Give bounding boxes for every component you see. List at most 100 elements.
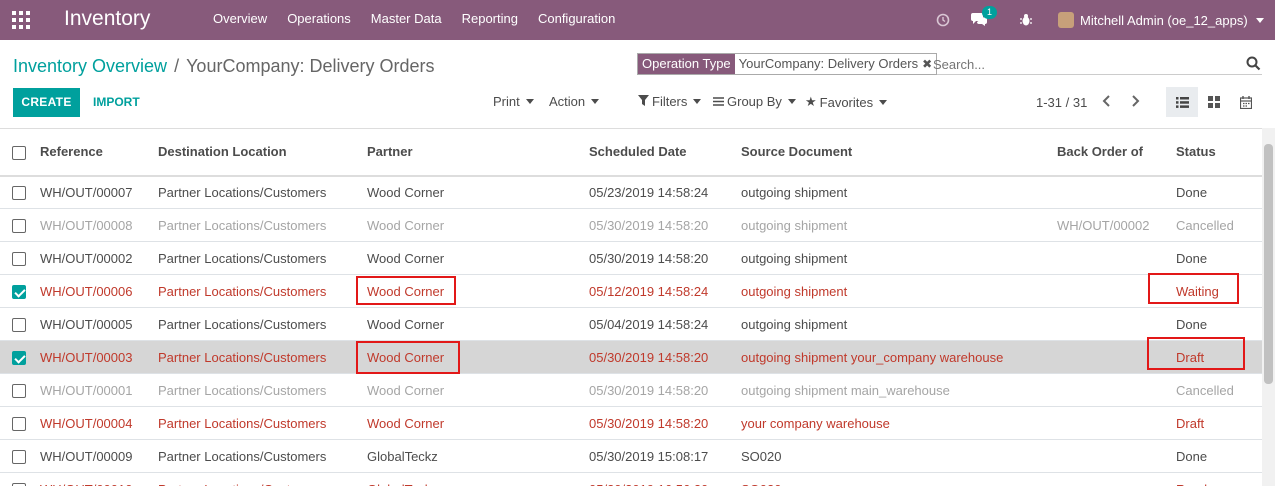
menu-item-overview[interactable]: Overview (203, 0, 277, 40)
pager-previous-icon[interactable] (1102, 94, 1116, 110)
row-checkbox-cell[interactable] (0, 242, 40, 275)
bug-icon[interactable] (1019, 0, 1033, 40)
create-button[interactable]: CREATE (13, 88, 80, 117)
select-all-checkbox-cell[interactable] (0, 129, 40, 176)
column-header-partner[interactable]: Partner (367, 129, 589, 176)
caret-down-icon (591, 99, 600, 104)
row-checkbox[interactable] (12, 317, 26, 332)
row-checkbox-cell[interactable] (0, 176, 40, 209)
cell-reference: WH/OUT/00010 (40, 473, 158, 486)
column-header-destination-location[interactable]: Destination Location (158, 129, 367, 176)
row-checkbox[interactable] (12, 416, 26, 431)
cell-partner: Wood Corner (367, 250, 445, 266)
column-header-reference[interactable]: Reference (40, 129, 158, 176)
chat-icon[interactable]: 1 (970, 0, 998, 40)
row-checkbox-cell[interactable] (0, 308, 40, 341)
row-checkbox[interactable] (12, 350, 26, 365)
column-header-scheduled-date[interactable]: Scheduled Date (589, 129, 741, 176)
cell-source-document: SO020 (741, 448, 782, 464)
table-row[interactable]: WH/OUT/00006 Partner Locations/Customers W… (0, 275, 1262, 308)
table-row[interactable]: WH/OUT/00001 Partner Locations/Customers W… (0, 374, 1262, 407)
cell-source-document: outgoing shipment main_warehouse (741, 382, 950, 398)
pager-value[interactable]: 1-31 / 31 (1036, 95, 1087, 110)
table-row[interactable]: WH/OUT/00003 Partner Locations/Customers W… (0, 340, 1262, 374)
column-header-status[interactable]: Status (1176, 129, 1262, 176)
cell-reference: WH/OUT/00009 (40, 448, 133, 464)
row-checkbox[interactable] (12, 449, 26, 464)
cell-scheduled-date: 05/30/2019 14:58:20 (589, 382, 709, 398)
row-checkbox[interactable] (12, 383, 26, 398)
delivery-orders-list: Reference Destination Location Partner S… (0, 128, 1262, 486)
vertical-scrollbar[interactable] (1262, 128, 1275, 486)
action-dropdown[interactable]: Action (549, 94, 600, 109)
cell-source-document: outgoing shipment (741, 283, 848, 299)
column-header-source-document[interactable]: Source Document (741, 129, 1057, 176)
activity-clock-icon[interactable] (936, 0, 950, 40)
cell-partner: GlobalTeckz (367, 473, 589, 486)
cell-source-document: your company warehouse (741, 415, 890, 431)
favorites-dropdown[interactable]: ★ Favorites (805, 94, 888, 110)
group-by-label: Group By (727, 94, 782, 109)
app-title[interactable]: Inventory (64, 6, 150, 32)
table-row[interactable]: WH/OUT/00004 Partner Locations/Customers W… (0, 407, 1262, 440)
favorites-label: Favorites (819, 94, 874, 110)
user-menu[interactable]: Mitchell Admin (oe_12_apps) (1058, 0, 1264, 40)
row-checkbox-cell[interactable] (0, 473, 40, 486)
table-row[interactable]: WH/OUT/00005 Partner Locations/Customers W… (0, 308, 1262, 341)
kanban-view-icon[interactable] (1198, 87, 1230, 117)
cell-destination-location: Partner Locations/Customers (158, 448, 327, 464)
row-checkbox-cell[interactable] (0, 275, 40, 308)
table-row[interactable]: WH/OUT/00002 Partner Locations/Customers W… (0, 242, 1262, 275)
row-checkbox[interactable] (12, 251, 26, 266)
row-checkbox-cell[interactable] (0, 407, 40, 440)
apps-grid-icon[interactable] (12, 11, 30, 29)
cell-partner: GlobalTeckz (367, 448, 438, 464)
cell-partner: Wood Corner (367, 415, 445, 431)
row-checkbox[interactable] (12, 218, 26, 233)
cell-scheduled-date: 05/30/2019 14:58:20 (589, 250, 709, 266)
menu-item-reporting[interactable]: Reporting (452, 0, 528, 40)
cell-destination-location: Partner Locations/Customers (158, 217, 327, 233)
cell-scheduled-date: 05/30/2019 14:58:20 (589, 217, 709, 233)
cell-status: Done (1176, 250, 1208, 266)
filters-dropdown[interactable]: Filters (638, 94, 702, 109)
row-checkbox-cell[interactable] (0, 341, 40, 374)
scrollbar-thumb[interactable] (1264, 144, 1273, 384)
cell-destination-location: Partner Locations/Customers (158, 184, 327, 200)
cell-status: Cancelled (1176, 217, 1234, 233)
calendar-view-icon[interactable] (1230, 87, 1262, 117)
row-checkbox[interactable] (12, 186, 26, 201)
group-by-dropdown[interactable]: Group By (713, 94, 796, 109)
cell-back-order-of (1057, 440, 1176, 473)
cell-status: Done (1176, 316, 1208, 332)
table-row[interactable]: WH/OUT/00008 Partner Locations/Customers W… (0, 209, 1262, 242)
menu-item-master-data[interactable]: Master Data (361, 0, 452, 40)
cell-status: Ready (1176, 473, 1262, 486)
breadcrumb-parent[interactable]: Inventory Overview (13, 56, 167, 76)
cell-scheduled-date: 05/30/2019 16:56:20 (589, 473, 741, 486)
row-checkbox-cell[interactable] (0, 374, 40, 407)
cell-back-order-of: WH/OUT/00002 (1057, 217, 1150, 233)
menu-item-operations[interactable]: Operations (277, 0, 361, 40)
column-header-back-order-of[interactable]: Back Order of (1057, 129, 1176, 176)
search-input[interactable] (933, 54, 1233, 74)
cell-back-order-of (1057, 308, 1176, 341)
print-dropdown[interactable]: Print (493, 94, 534, 109)
select-all-checkbox[interactable] (12, 145, 26, 160)
view-switcher (1166, 87, 1262, 117)
row-checkbox-cell[interactable] (0, 209, 40, 242)
cell-reference: WH/OUT/00004 (40, 415, 133, 431)
row-checkbox-cell[interactable] (0, 440, 40, 473)
pager-next-icon[interactable] (1130, 94, 1144, 110)
import-button[interactable]: IMPORT (93, 88, 140, 117)
filter-icon (638, 94, 649, 109)
table-row[interactable]: WH/OUT/00007 Partner Locations/Customers W… (0, 176, 1262, 209)
cell-scheduled-date: 05/04/2019 14:58:24 (589, 316, 709, 332)
menu-item-configuration[interactable]: Configuration (528, 0, 625, 40)
table-row[interactable]: WH/OUT/00010Partner Locations/CustomersG… (0, 473, 1262, 486)
search-icon[interactable] (1246, 56, 1261, 74)
list-view-icon[interactable] (1166, 87, 1198, 117)
row-checkbox[interactable] (12, 284, 26, 299)
table-row[interactable]: WH/OUT/00009 Partner Locations/Customers G… (0, 440, 1262, 473)
cell-partner: Wood Corner (367, 349, 445, 365)
